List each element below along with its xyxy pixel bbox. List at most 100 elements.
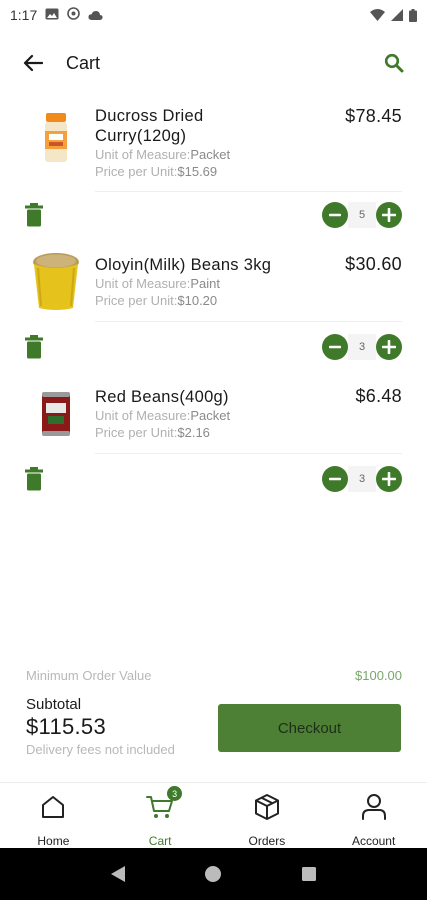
ppu-label: Price per Unit: — [95, 164, 178, 179]
cart-item: Ducross Dried Curry(120g) Unit of Measur… — [0, 96, 427, 236]
trash-icon — [25, 335, 43, 359]
delete-item-button[interactable] — [24, 467, 44, 491]
item-price: $6.48 — [355, 386, 402, 406]
minimum-order-row: Minimum Order Value $100.00 — [26, 668, 402, 686]
status-time: 1:17 — [10, 7, 38, 23]
uom-value: Packet — [190, 147, 231, 162]
quantity-value[interactable]: 3 — [348, 466, 376, 492]
nav-item-cart[interactable]: 3 Cart — [107, 783, 214, 848]
arrow-left-icon — [23, 54, 43, 72]
page-title: Cart — [66, 52, 101, 73]
increase-quantity-button[interactable] — [376, 334, 402, 360]
home-circle-icon — [205, 866, 222, 882]
subtotal-label: Subtotal — [26, 696, 82, 713]
package-icon — [251, 791, 283, 823]
quantity-value[interactable]: 3 — [348, 334, 376, 360]
product-image — [26, 106, 86, 170]
product-image — [26, 382, 86, 446]
uom-value: Paint — [190, 276, 221, 291]
uom-label: Unit of Measure: — [95, 408, 191, 423]
quantity-stepper: 3 — [322, 466, 402, 492]
item-price-per-unit: Price per Unit:$15.69 — [95, 164, 217, 180]
back-button[interactable] — [20, 50, 46, 76]
minus-icon — [329, 345, 341, 349]
back-triangle-icon — [110, 866, 125, 882]
spice-jar-icon — [45, 113, 67, 162]
uom-label: Unit of Measure: — [95, 147, 191, 162]
ppu-label: Price per Unit: — [95, 425, 178, 440]
nav-label: Cart — [148, 834, 172, 848]
cart-item: Red Beans(400g) Unit of Measure:Packet P… — [0, 368, 427, 500]
uom-value: Packet — [190, 408, 231, 423]
quantity-value[interactable]: 5 — [348, 202, 376, 228]
subtotal-value: $115.53 — [26, 714, 106, 739]
item-name: Ducross Dried Curry(120g) — [95, 107, 204, 145]
item-name: Oloyin(Milk) Beans 3kg — [95, 256, 272, 274]
cart-count-badge: 3 — [167, 786, 183, 801]
search-icon — [384, 53, 404, 73]
quantity-stepper: 5 — [322, 202, 402, 228]
product-image — [26, 248, 86, 312]
home-icon — [37, 791, 69, 823]
nav-label: Orders — [248, 834, 286, 848]
plus-icon — [382, 472, 396, 486]
item-unit-of-measure: Unit of Measure:Packet — [95, 147, 230, 163]
item-name: Red Beans(400g) — [95, 388, 229, 406]
system-home-button[interactable] — [201, 862, 225, 886]
nav-label: Home — [37, 834, 70, 848]
divider — [95, 321, 402, 322]
item-price-per-unit: Price per Unit:$2.16 — [95, 425, 210, 441]
nav-item-home[interactable]: Home — [0, 783, 107, 848]
nav-item-account[interactable]: Account — [320, 783, 427, 848]
nav-label: Account — [351, 834, 396, 848]
trash-icon — [25, 203, 43, 227]
recents-square-icon — [302, 867, 317, 881]
cloud-notification-icon — [88, 7, 103, 23]
minus-icon — [329, 477, 341, 481]
decrease-quantity-button[interactable] — [322, 466, 348, 492]
trash-icon — [25, 467, 43, 491]
decrease-quantity-button[interactable] — [322, 334, 348, 360]
delete-item-button[interactable] — [24, 335, 44, 359]
tin-can-icon — [42, 392, 70, 436]
minimum-order-label: Minimum Order Value — [26, 668, 152, 683]
decrease-quantity-button[interactable] — [322, 202, 348, 228]
increase-quantity-button[interactable] — [376, 202, 402, 228]
item-unit-of-measure: Unit of Measure:Packet — [95, 408, 230, 424]
ppu-value: $10.20 — [177, 293, 218, 308]
system-back-button[interactable] — [106, 862, 130, 886]
ppu-value: $2.16 — [177, 425, 210, 440]
nav-item-orders[interactable]: Orders — [214, 783, 321, 848]
bean-bucket-icon — [33, 253, 79, 310]
checkout-button[interactable]: Checkout — [218, 704, 401, 752]
battery-icon — [409, 8, 417, 22]
item-unit-of-measure: Unit of Measure:Paint — [95, 276, 220, 292]
delivery-fees-note: Delivery fees not included — [26, 742, 175, 757]
increase-quantity-button[interactable] — [376, 466, 402, 492]
status-bar: 1:17 — [0, 0, 427, 30]
system-recents-button[interactable] — [297, 862, 321, 886]
divider — [95, 453, 402, 454]
plus-icon — [382, 208, 396, 222]
minimum-order-value: $100.00 — [355, 668, 402, 683]
delete-item-button[interactable] — [24, 203, 44, 227]
system-navigation-bar — [0, 848, 427, 900]
item-price: $30.60 — [345, 254, 402, 274]
signal-icon — [391, 9, 403, 21]
uom-label: Unit of Measure: — [95, 276, 191, 291]
bottom-navigation: Home 3 Cart Orders Account — [0, 782, 427, 848]
minus-icon — [329, 213, 341, 217]
item-price: $78.45 — [345, 106, 402, 126]
user-icon — [358, 791, 390, 823]
divider — [95, 191, 402, 192]
cart-list: Ducross Dried Curry(120g) Unit of Measur… — [0, 96, 427, 500]
gallery-notification-icon — [45, 7, 59, 23]
search-button[interactable] — [381, 50, 407, 76]
ppu-value: $15.69 — [177, 164, 218, 179]
plus-icon — [382, 340, 396, 354]
app-bar: Cart — [0, 40, 427, 86]
ppu-label: Price per Unit: — [95, 293, 178, 308]
cart-item: Oloyin(Milk) Beans 3kg Unit of Measure:P… — [0, 236, 427, 368]
item-price-per-unit: Price per Unit:$10.20 — [95, 293, 217, 309]
wifi-icon — [370, 9, 385, 21]
